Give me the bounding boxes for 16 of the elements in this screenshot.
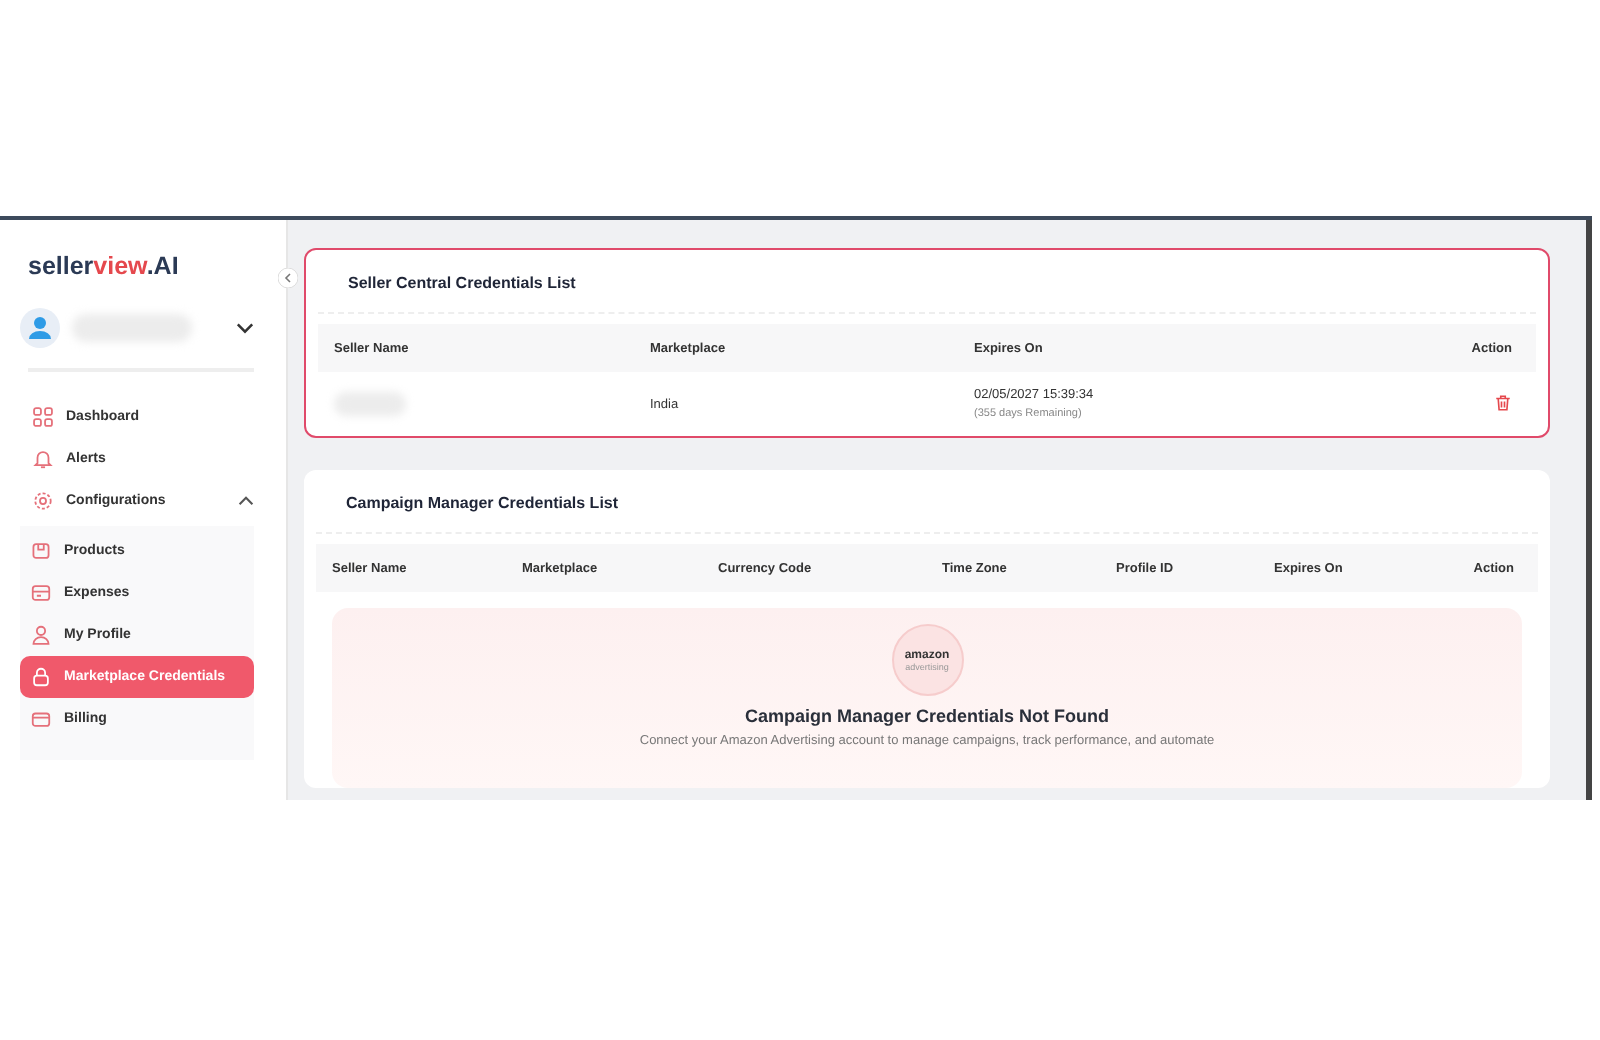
gear-icon — [32, 490, 54, 512]
card-icon — [30, 708, 52, 730]
collapse-sidebar-button[interactable] — [278, 268, 298, 288]
avatar-icon — [20, 308, 60, 348]
card-title: Campaign Manager Credentials List — [316, 470, 1538, 534]
empty-state-title: Campaign Manager Credentials Not Found — [744, 706, 1110, 726]
app-logo[interactable]: sellerview.AI — [28, 252, 266, 280]
person-icon — [30, 624, 52, 646]
box-icon — [30, 540, 52, 562]
chevron-down-icon[interactable] — [236, 322, 254, 334]
trash-icon[interactable] — [1494, 394, 1512, 412]
bell-icon — [32, 448, 54, 470]
lock-icon — [30, 666, 52, 688]
card-title: Seller Central Credentials List — [318, 250, 1536, 314]
wallet-icon — [30, 582, 52, 604]
grid-icon — [32, 406, 54, 428]
